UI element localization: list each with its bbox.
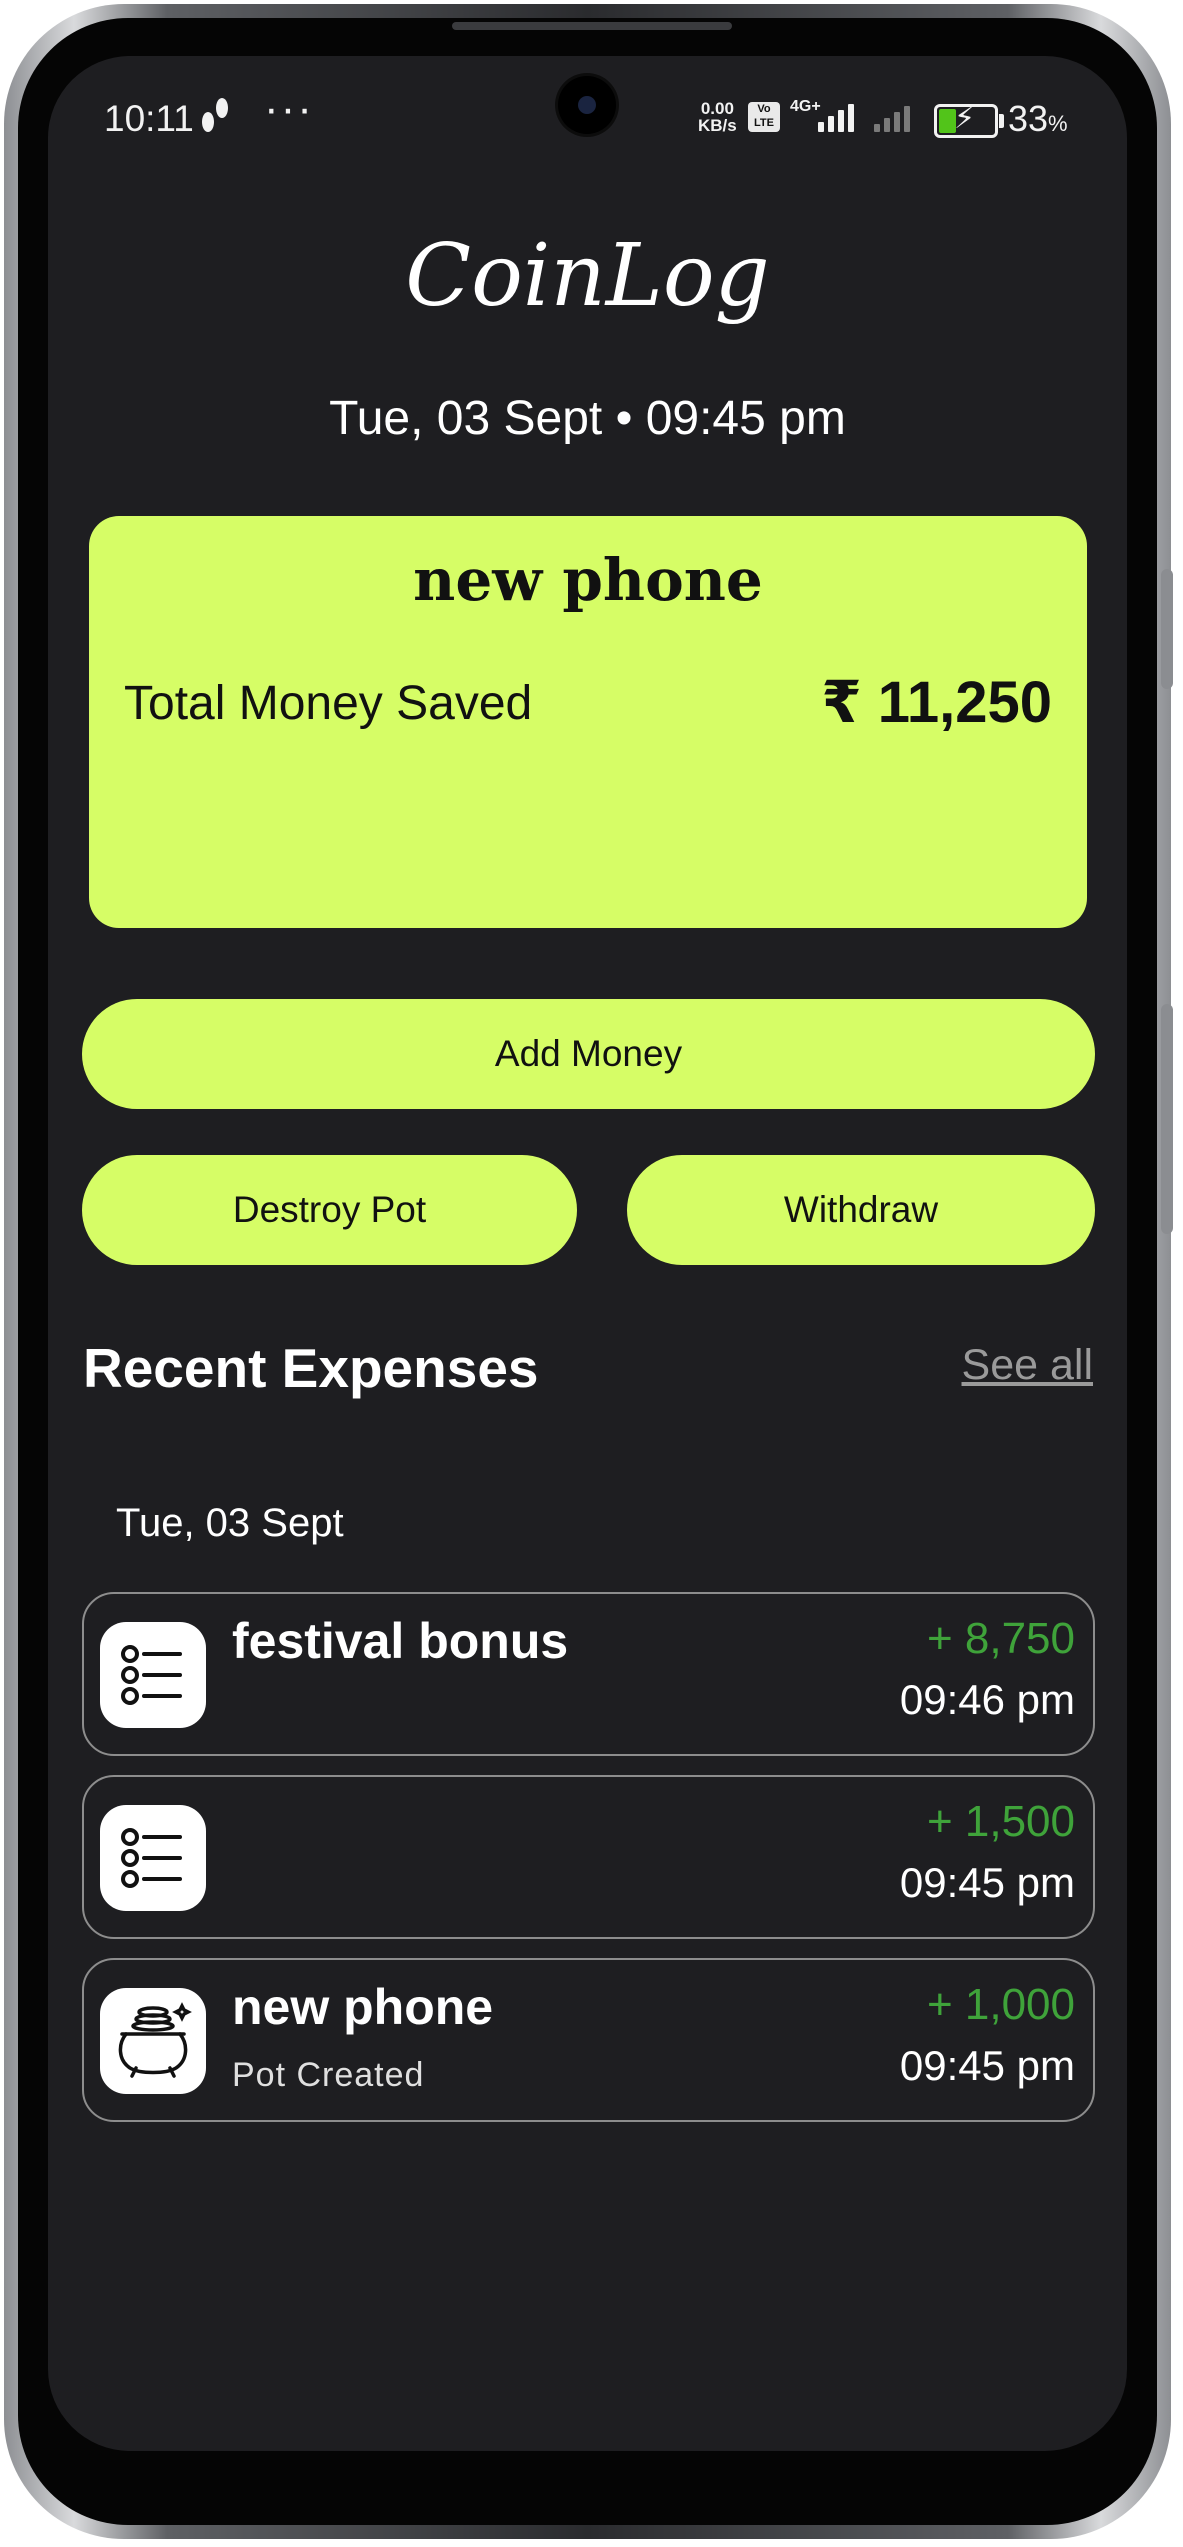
footsteps-icon [198,96,232,145]
destroy-pot-button[interactable]: Destroy Pot [82,1155,577,1265]
battery-percent-unit: % [1048,111,1068,136]
recent-expenses-heading: Recent Expenses [83,1337,539,1399]
app-title: CoinLog [405,226,770,326]
transaction-amount: + 1,500 [926,1797,1075,1846]
transaction-item[interactable]: + 1,500 09:45 pm [82,1775,1095,1939]
total-saved-label: Total Money Saved [124,677,533,730]
current-datetime: Tue, 03 Sept • 09:45 pm [329,392,846,445]
date-group-header: Tue, 03 Sept [116,1501,344,1545]
volte-icon: Vo LTE [748,102,780,132]
pot-summary-card: new phone Total Money Saved ₹ 11,250 [89,516,1087,928]
pot-of-coins-icon [100,1988,206,2094]
battery-percent-value: 33 [1008,98,1049,139]
battery-icon: ⚡ [934,102,1004,138]
network-type: 4G+ [790,98,821,115]
signal-icon [818,100,854,132]
volume-button [1161,569,1173,689]
signal-sim2-icon [874,100,910,132]
transaction-subtitle: Pot Created [232,2056,425,2094]
withdraw-button[interactable]: Withdraw [627,1155,1095,1265]
net-speed: 0.00 KB/s [698,100,737,134]
power-button [1161,1004,1173,1234]
transaction-item[interactable]: festival bonus + 8,750 09:46 pm [82,1592,1095,1756]
transaction-time: 09:45 pm [899,1859,1075,1906]
net-speed-unit: KB/s [698,116,737,135]
battery-percent: 33% [1008,98,1068,140]
more-notifications-icon: ··· [264,84,314,133]
transaction-title: new phone [232,1979,494,2035]
charging-bolt-icon: ⚡ [954,102,976,135]
list-icon [100,1622,206,1728]
earpiece [452,22,732,30]
see-all-link[interactable]: See all [962,1341,1093,1390]
transaction-title: festival bonus [232,1613,569,1669]
status-time: 10:11 [104,98,194,139]
add-money-button[interactable]: Add Money [82,999,1095,1109]
transaction-item[interactable]: new phone Pot Created + 1,000 09:45 pm [82,1958,1095,2122]
pot-name: new phone [413,546,763,614]
screen: 10:11 ··· 0.00 KB/s Vo LTE 4G+ ⚡ 33% Coi… [48,56,1127,2451]
list-icon [100,1805,206,1911]
transaction-time: 09:45 pm [899,2042,1075,2089]
transaction-time: 09:46 pm [899,1676,1075,1723]
total-saved-amount: ₹ 11,250 [821,670,1052,735]
net-speed-value: 0.00 [700,99,734,118]
transaction-amount: + 8,750 [926,1614,1075,1663]
transaction-amount: + 1,000 [926,1980,1075,2029]
front-camera [558,76,616,134]
